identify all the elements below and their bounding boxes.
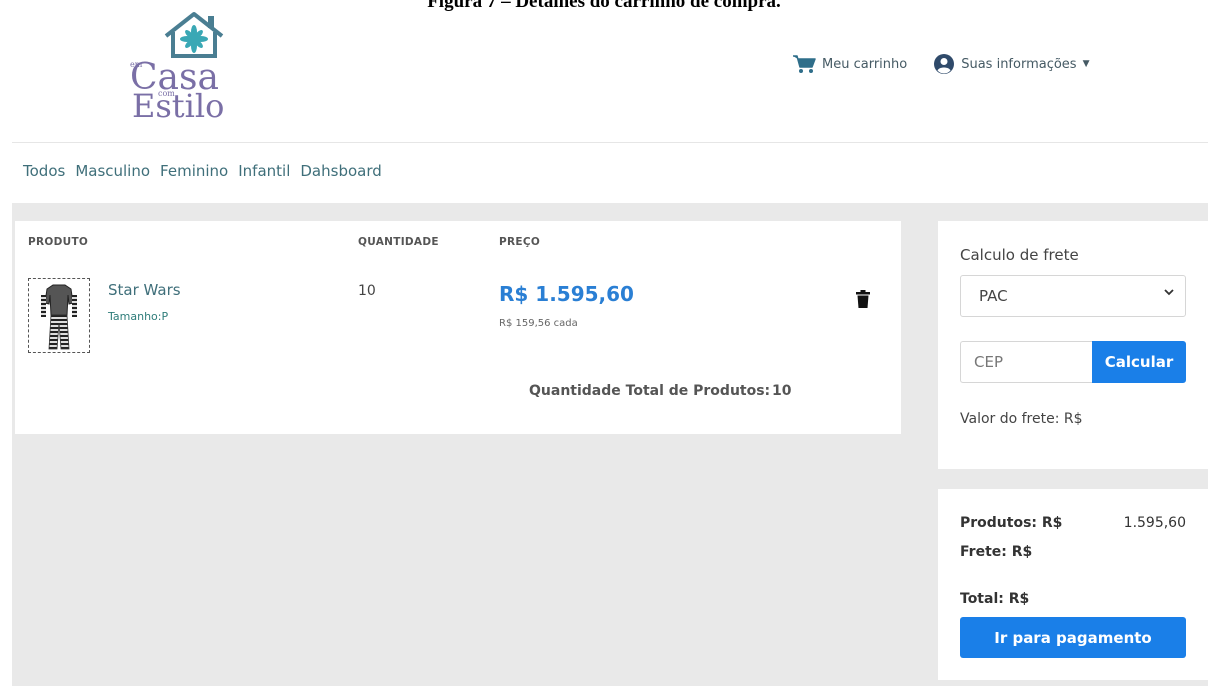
pajama-image bbox=[41, 284, 77, 350]
chevron-down-icon bbox=[1163, 286, 1175, 302]
house-leaf-icon bbox=[164, 12, 224, 58]
nav-item-masculino[interactable]: Masculino bbox=[75, 162, 150, 180]
summary-products-label: Produtos: R$ bbox=[960, 515, 1063, 531]
total-quantity-label: Quantidade Total de Produtos: bbox=[529, 383, 771, 399]
caret-down-icon: ▼ bbox=[1082, 59, 1090, 69]
nav-item-todos[interactable]: Todos bbox=[23, 162, 65, 180]
nav-item-dashboard[interactable]: Dahsboard bbox=[300, 162, 381, 180]
remove-item-button[interactable] bbox=[856, 290, 870, 312]
summary-freight-label: Frete: R$ bbox=[960, 544, 1033, 560]
trash-icon bbox=[856, 290, 870, 308]
account-menu-label: Suas informações bbox=[961, 56, 1077, 72]
shipping-method-value: PAC bbox=[979, 287, 1008, 305]
summary-total-label: Total: R$ bbox=[960, 591, 1030, 607]
product-thumbnail[interactable] bbox=[28, 278, 90, 353]
product-name-link[interactable]: Star Wars bbox=[108, 281, 181, 299]
brand-logo[interactable]: em Casa com Estilo bbox=[128, 10, 238, 122]
header-actions: Meu carrinho Suas informações ▼ bbox=[792, 52, 1090, 76]
brand-line-2: Estilo bbox=[132, 87, 225, 125]
product-unit-price: R$ 159,56 cada bbox=[499, 318, 578, 329]
col-header-quantity: QUANTIDADE bbox=[358, 236, 439, 248]
user-circle-icon bbox=[934, 54, 955, 74]
product-size: Tamanho:P bbox=[108, 310, 169, 323]
product-total-price: R$ 1.595,60 bbox=[499, 282, 634, 306]
col-header-price: PREÇO bbox=[499, 236, 541, 248]
cart-link-label: Meu carrinho bbox=[822, 56, 908, 72]
shipping-method-select[interactable]: PAC bbox=[960, 275, 1186, 317]
cart-items-card bbox=[15, 221, 901, 434]
cart-link[interactable]: Meu carrinho bbox=[792, 54, 907, 74]
freight-value-label: Valor do frete: R$ bbox=[960, 411, 1083, 427]
product-quantity: 10 bbox=[358, 283, 376, 299]
freight-title: Calculo de frete bbox=[960, 246, 1079, 264]
total-quantity-value: 10 bbox=[772, 383, 792, 399]
col-header-product: PRODUTO bbox=[28, 236, 89, 248]
nav-item-infantil[interactable]: Infantil bbox=[238, 162, 290, 180]
nav-item-feminino[interactable]: Feminino bbox=[160, 162, 228, 180]
go-to-payment-button[interactable]: Ir para pagamento bbox=[960, 617, 1186, 658]
account-menu[interactable]: Suas informações ▼ bbox=[933, 53, 1090, 75]
header-divider bbox=[12, 142, 1208, 143]
summary-products-value: 1.595,60 bbox=[1123, 515, 1186, 531]
cep-input[interactable] bbox=[960, 341, 1092, 383]
calculate-freight-button[interactable]: Calcular bbox=[1092, 341, 1186, 383]
shopping-cart-icon bbox=[793, 55, 816, 73]
category-nav: Todos Masculino Feminino Infantil Dahsbo… bbox=[23, 162, 382, 180]
